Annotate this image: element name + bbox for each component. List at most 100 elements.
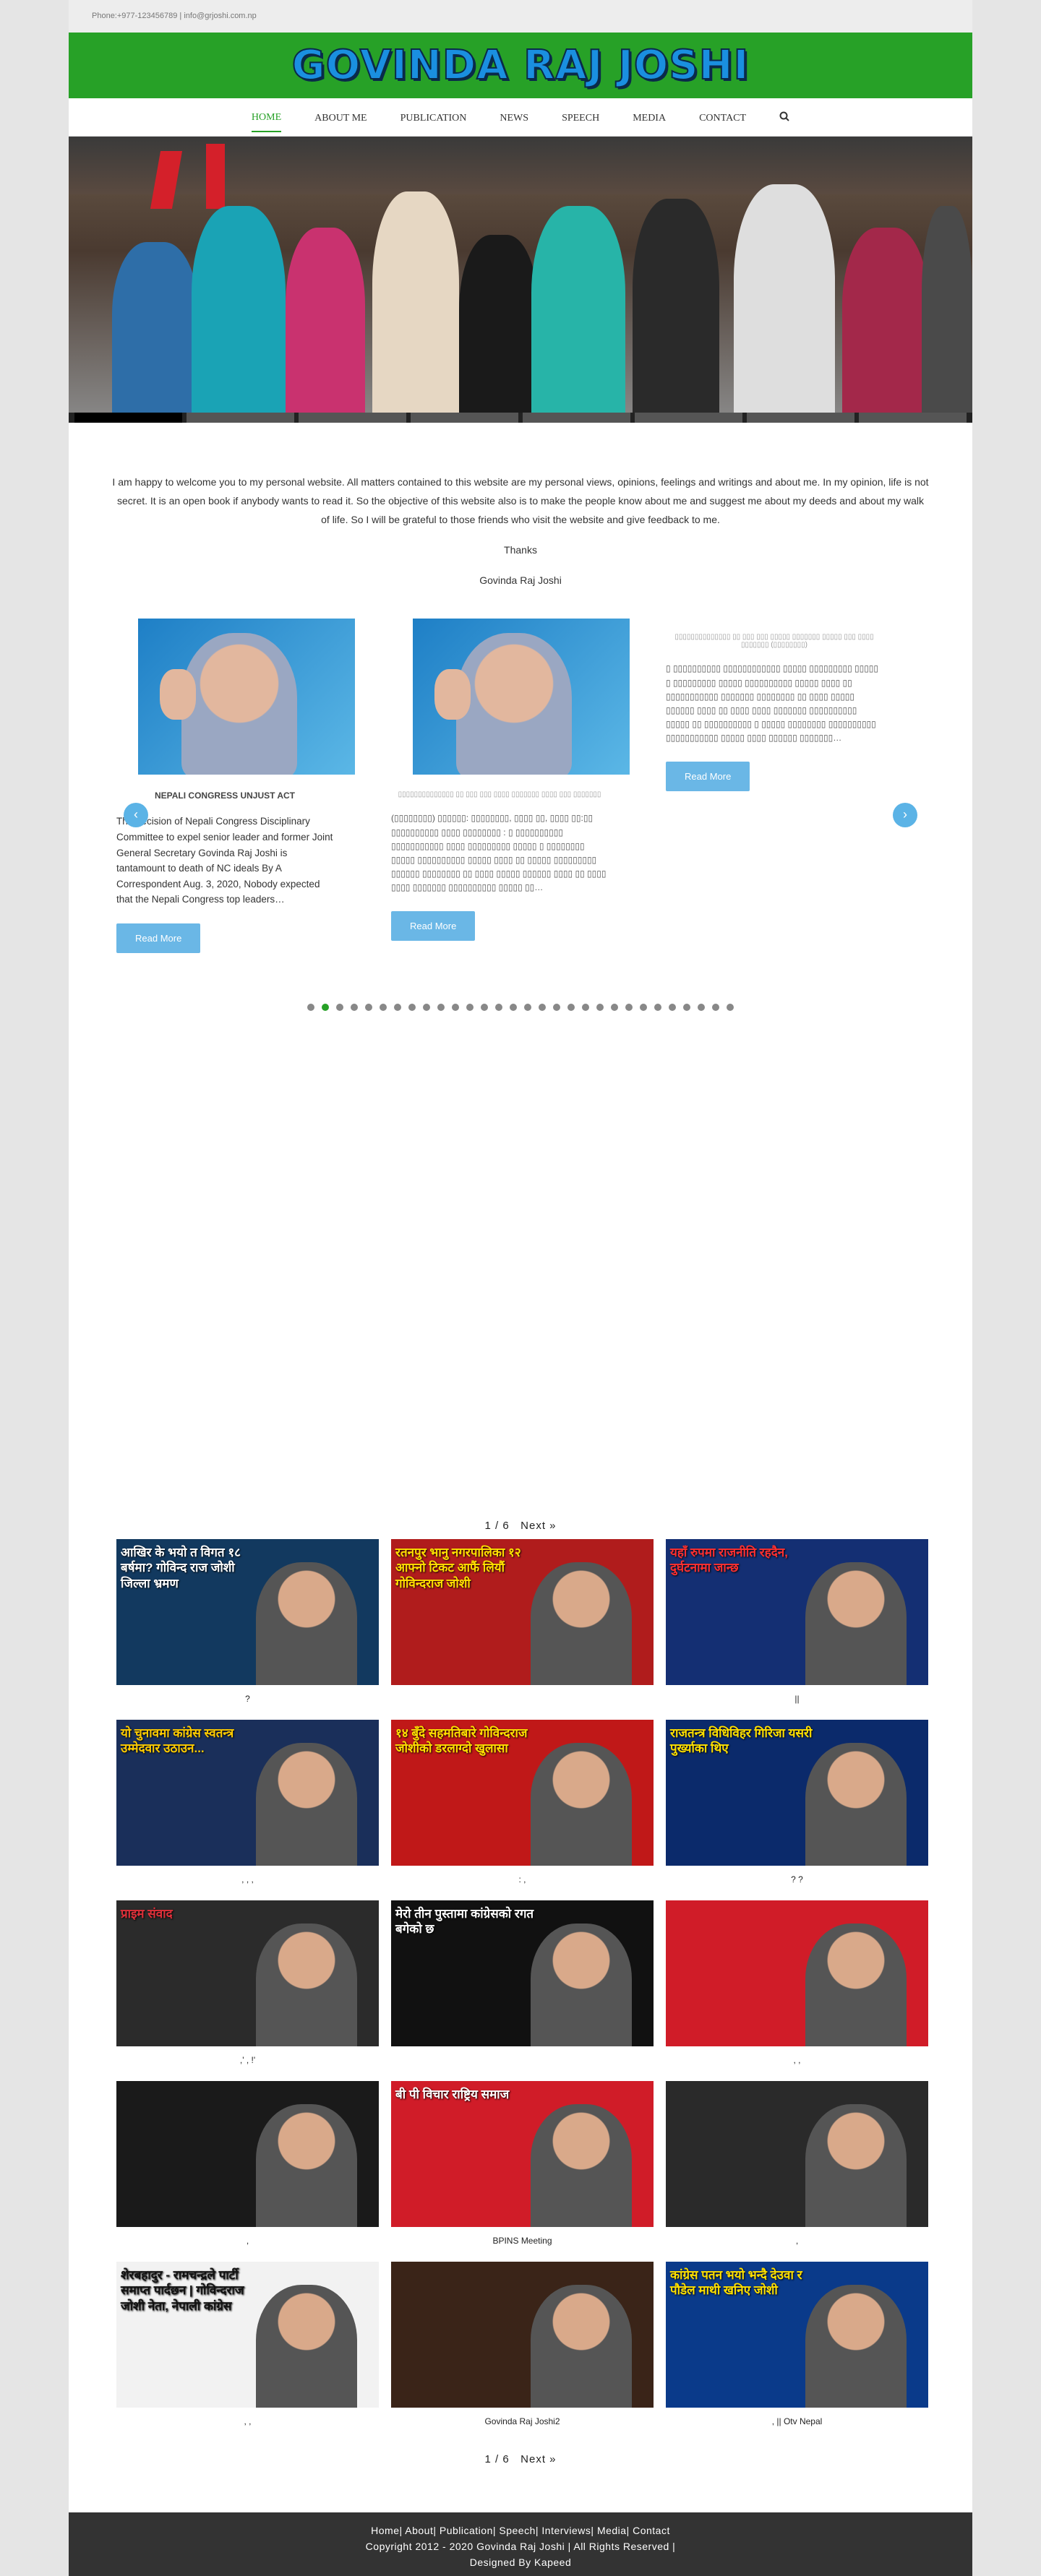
carousel-dot[interactable]: [539, 1004, 546, 1012]
carousel-dot[interactable]: [596, 1004, 604, 1012]
slider-thumb[interactable]: [74, 413, 182, 423]
carousel-dot[interactable]: [466, 1004, 474, 1012]
video-caption[interactable]: ? ?: [666, 1874, 928, 1884]
slider-thumb[interactable]: [187, 413, 294, 423]
nav-about-me[interactable]: ABOUT ME: [314, 103, 367, 132]
video-caption[interactable]: ,: [116, 2236, 379, 2246]
video-caption[interactable]: Govinda Raj Joshi2: [391, 2416, 654, 2426]
carousel-dot[interactable]: [380, 1004, 387, 1012]
site-logo[interactable]: GOVINDA RAJ JOSHI: [291, 41, 750, 90]
next-page-link[interactable]: Next »: [520, 2453, 556, 2465]
video-thumbnail[interactable]: यहाँ रुपमा राजनीति रहदैन, दुर्घटनामा जान…: [666, 1539, 928, 1685]
video-thumbnail[interactable]: १४ बुँदे सहमतिबारे गोविन्दराज जोशीको डरल…: [391, 1720, 654, 1866]
carousel-dot[interactable]: [567, 1004, 575, 1012]
video-thumbnail[interactable]: [116, 2081, 379, 2227]
carousel-dot[interactable]: [683, 1004, 690, 1012]
video-caption[interactable]: , ,: [116, 2416, 379, 2426]
video-item[interactable]: कांग्रेस पतन भयो भन्दै देउवा र पौडेल माथ…: [666, 2262, 928, 2426]
slider-thumb[interactable]: [859, 413, 967, 423]
carousel-dot[interactable]: [510, 1004, 517, 1012]
slider-thumb[interactable]: [411, 413, 518, 423]
video-thumbnail[interactable]: बी पी विचार राष्ट्रिय समाज: [391, 2081, 654, 2227]
carousel-dot[interactable]: [698, 1004, 705, 1012]
hero-slider-image[interactable]: [69, 137, 972, 423]
video-item[interactable]: Govinda Raj Joshi2: [391, 2262, 654, 2426]
contact-info[interactable]: Phone:+977-123456789 | info@grjoshi.com.…: [92, 12, 257, 20]
slider-thumb[interactable]: [523, 413, 630, 423]
video-caption[interactable]: ,' , !': [116, 2055, 379, 2065]
card-title[interactable]: NEPALI CONGRESS UNJUST ACT: [116, 791, 333, 801]
video-item[interactable]: बी पी विचार राष्ट्रिय समाज BPINS Meeting: [391, 2081, 654, 2246]
carousel-dot[interactable]: [712, 1004, 719, 1012]
carousel-dot[interactable]: [481, 1004, 488, 1012]
video-item[interactable]: आखिर के भयो त विगत १८ बर्षमा? गोविन्द रा…: [116, 1539, 379, 1704]
read-more-button[interactable]: Read More: [666, 761, 750, 791]
video-caption[interactable]: ||: [666, 1694, 928, 1704]
carousel-dot[interactable]: [394, 1004, 401, 1012]
video-thumbnail[interactable]: रतनपुर भानु नगरपालिका १२ आफ्नो टिकट आफैं…: [391, 1539, 654, 1685]
slider-thumb[interactable]: [299, 413, 406, 423]
video-caption[interactable]: BPINS Meeting: [391, 2236, 654, 2246]
carousel-dot[interactable]: [437, 1004, 445, 1012]
carousel-dot[interactable]: [336, 1004, 343, 1012]
carousel-dot[interactable]: [640, 1004, 647, 1012]
video-thumbnail[interactable]: शेरबहादुर - रामचन्द्रले पार्टी समाप्त पा…: [116, 2262, 379, 2408]
video-thumbnail[interactable]: [666, 1900, 928, 2046]
video-thumbnail[interactable]: आखिर के भयो त विगत १८ बर्षमा? गोविन्द रा…: [116, 1539, 379, 1685]
video-caption[interactable]: , ,: [666, 2055, 928, 2065]
carousel-dot[interactable]: [322, 1004, 329, 1012]
video-item[interactable]: मेरो तीन पुस्तामा कांग्रेसको रगत बगेको छ: [391, 1900, 654, 2055]
video-thumbnail[interactable]: कांग्रेस पतन भयो भन्दै देउवा र पौडेल माथ…: [666, 2262, 928, 2408]
carousel-dot[interactable]: [408, 1004, 416, 1012]
carousel-dot[interactable]: [423, 1004, 430, 1012]
video-thumbnail[interactable]: प्राइम संवाद: [116, 1900, 379, 2046]
video-item[interactable]: यहाँ रुपमा राजनीति रहदैन, दुर्घटनामा जान…: [666, 1539, 928, 1704]
nav-publication[interactable]: PUBLICATION: [400, 103, 467, 132]
carousel-dot[interactable]: [495, 1004, 502, 1012]
video-caption[interactable]: ,: [666, 2236, 928, 2246]
video-item[interactable]: यो चुनावमा कांग्रेस स्वतन्त्र उम्मेदवार …: [116, 1720, 379, 1884]
video-item[interactable]: १४ बुँदे सहमतिबारे गोविन्दराज जोशीको डरल…: [391, 1720, 654, 1884]
footer-links[interactable]: Home| About| Publication| Speech| Interv…: [69, 2523, 972, 2538]
video-caption[interactable]: , || Otv Nepal: [666, 2416, 928, 2426]
nav-contact[interactable]: CONTACT: [699, 103, 746, 132]
carousel-dot[interactable]: [553, 1004, 560, 1012]
carousel-dot[interactable]: [654, 1004, 661, 1012]
slider-thumb[interactable]: [747, 413, 854, 423]
video-thumbnail[interactable]: [391, 2262, 654, 2408]
video-caption[interactable]: : ,: [391, 1874, 654, 1884]
video-item[interactable]: ,: [116, 2081, 379, 2246]
video-caption[interactable]: ?: [116, 1694, 379, 1704]
slider-thumb[interactable]: [635, 413, 742, 423]
read-more-button[interactable]: Read More: [391, 910, 476, 941]
carousel-dot[interactable]: [307, 1004, 314, 1012]
carousel-dot[interactable]: [727, 1004, 734, 1012]
video-thumbnail[interactable]: राजतन्त्र विधिविहर गिरिजा यसरी पुर्ख्याक…: [666, 1720, 928, 1866]
nav-news[interactable]: NEWS: [500, 103, 528, 132]
carousel-dot[interactable]: [452, 1004, 459, 1012]
carousel-dot[interactable]: [524, 1004, 531, 1012]
video-item[interactable]: प्राइम संवाद ,' , !': [116, 1900, 379, 2065]
carousel-dot[interactable]: [625, 1004, 633, 1012]
card-image[interactable]: [413, 619, 630, 775]
video-item[interactable]: शेरबहादुर - रामचन्द्रले पार्टी समाप्त पा…: [116, 2262, 379, 2426]
video-thumbnail[interactable]: यो चुनावमा कांग्रेस स्वतन्त्र उम्मेदवार …: [116, 1720, 379, 1866]
nav-speech[interactable]: SPEECH: [562, 103, 599, 132]
nav-media[interactable]: MEDIA: [633, 103, 666, 132]
card-title[interactable]: ▯▯▯▯▯▯▯▯▯▯▯▯▯▯ ▯▯ ▯▯▯ ▯▯▯ ▯▯▯▯ ▯▯▯▯▯▯▯ ▯…: [391, 791, 608, 798]
video-item[interactable]: राजतन्त्र विधिविहर गिरिजा यसरी पुर्ख्याक…: [666, 1720, 928, 1884]
carousel-dot[interactable]: [669, 1004, 676, 1012]
video-thumbnail[interactable]: मेरो तीन पुस्तामा कांग्रेसको रगत बगेको छ: [391, 1900, 654, 2046]
chevron-right-icon[interactable]: ›: [893, 803, 917, 828]
card-image[interactable]: [138, 619, 355, 775]
carousel-dot[interactable]: [582, 1004, 589, 1012]
video-item[interactable]: , ,: [666, 1900, 928, 2065]
carousel-dot[interactable]: [365, 1004, 372, 1012]
video-item[interactable]: ,: [666, 2081, 928, 2246]
video-thumbnail[interactable]: [666, 2081, 928, 2227]
next-page-link[interactable]: Next »: [520, 1520, 556, 1532]
video-caption[interactable]: , , ,: [116, 1874, 379, 1884]
search-icon[interactable]: [779, 111, 789, 124]
carousel-dot[interactable]: [351, 1004, 358, 1012]
card-title[interactable]: ▯▯▯▯▯▯▯▯▯▯▯▯▯▯ ▯▯ ▯▯▯ ▯▯▯ ▯▯▯▯▯ ▯▯▯▯▯▯▯ …: [666, 633, 883, 649]
